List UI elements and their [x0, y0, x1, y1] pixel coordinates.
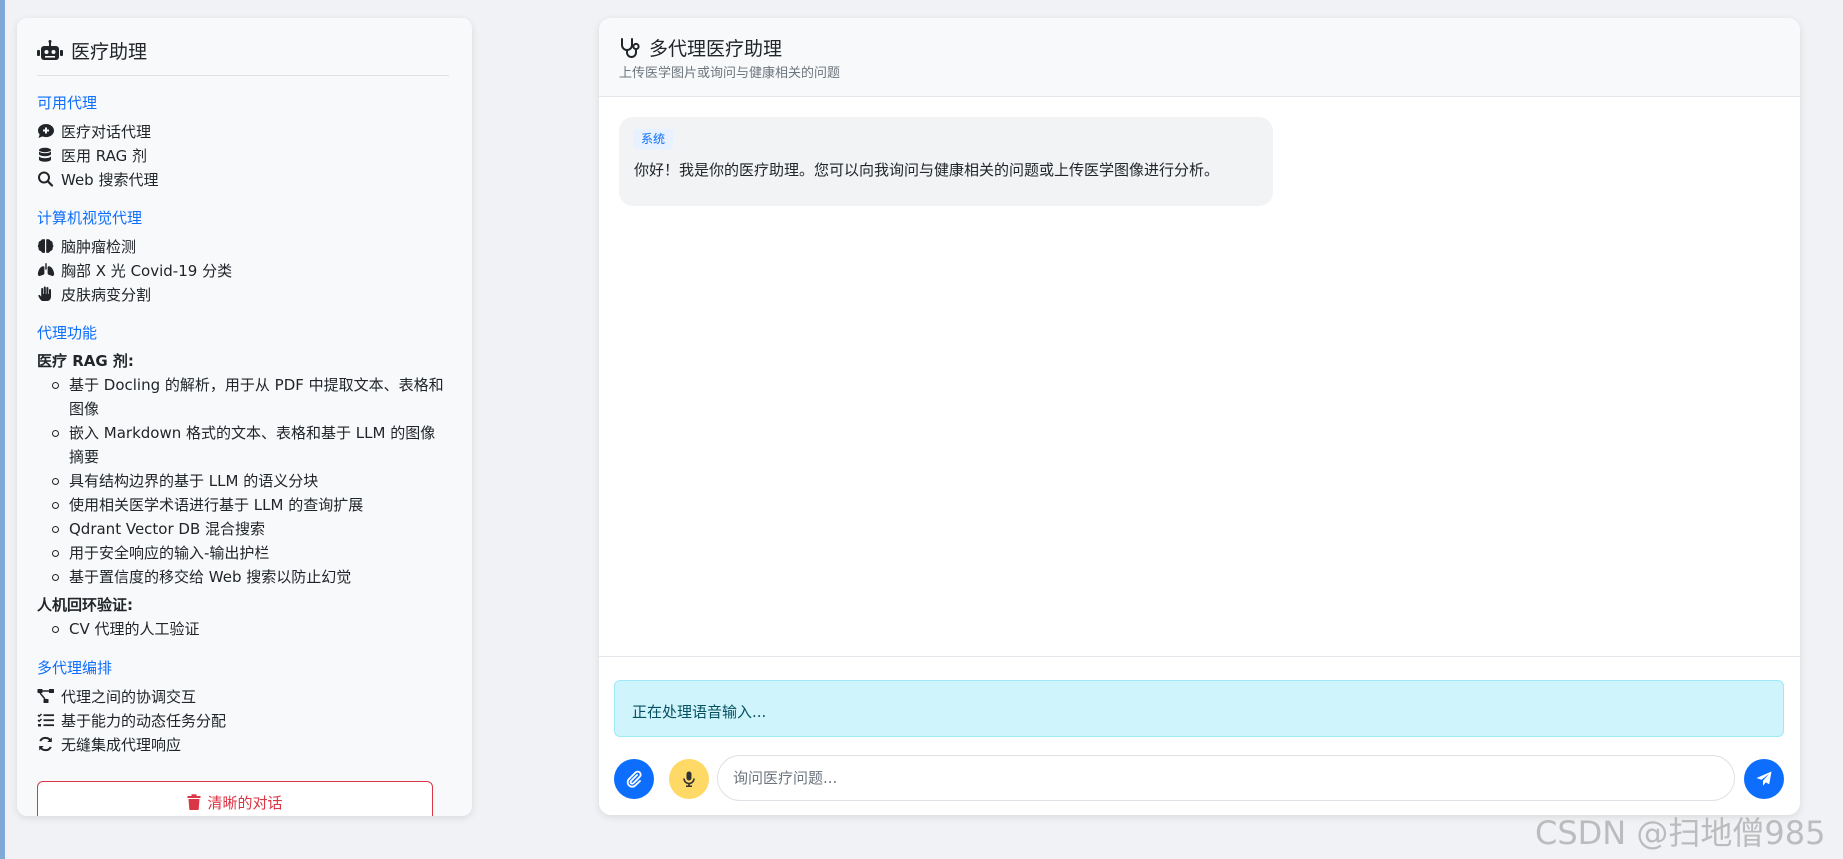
agent-features-heading: 代理功能 [37, 324, 98, 342]
send-button[interactable] [1744, 759, 1784, 799]
orchestration-heading: 多代理编排 [37, 659, 113, 677]
list-item: 具有结构边界的基于 LLM 的语义分块 [52, 469, 449, 493]
cv-agents-heading: 计算机视觉代理 [37, 209, 143, 227]
microphone-button[interactable] [669, 759, 709, 799]
chat-subtitle: 上传医学图片或询问与健康相关的问题 [619, 66, 841, 81]
agent-label: 医用 RAG 剂 [61, 146, 147, 165]
chat-input[interactable] [717, 755, 1735, 801]
lungs-icon [37, 263, 55, 276]
tasks-icon [37, 713, 54, 727]
project-diagram-icon [37, 689, 54, 703]
agent-label: 胸部 X 光 Covid-19 分类 [61, 261, 233, 280]
sidebar-header: 医疗助理 [37, 36, 449, 76]
hand-icon [38, 286, 51, 301]
agent-item-medical-chat: 医疗对话代理 [37, 119, 449, 143]
agent-item-chest-xray: 胸部 X 光 Covid-19 分类 [37, 258, 449, 282]
rag-features-title: 医疗 RAG 剂: [37, 352, 134, 370]
microphone-icon [683, 771, 695, 787]
orchestration-label: 无缝集成代理响应 [61, 735, 182, 754]
agent-item-brain-tumor: 脑肿瘤检测 [37, 234, 449, 258]
clear-conversation-button[interactable]: 清晰的对话 [37, 781, 433, 816]
chat-title-row: 多代理医疗助理 [619, 34, 782, 61]
search-icon [38, 171, 54, 187]
comment-medical-icon [38, 124, 54, 138]
robot-icon [37, 39, 63, 60]
database-icon [39, 147, 51, 162]
agent-label: 医疗对话代理 [61, 122, 152, 141]
list-item: 使用相关医学术语进行基于 LLM 的查询扩展 [52, 493, 449, 517]
sidebar-content: 医疗助理 可用代理 医疗对话代理 医用 RAG 剂 Web 搜索代理 计算机视觉… [37, 36, 449, 756]
sidebar: 医疗助理 可用代理 医疗对话代理 医用 RAG 剂 Web 搜索代理 计算机视觉… [17, 18, 472, 816]
agent-label: 皮肤病变分割 [61, 285, 152, 304]
agent-item-medical-rag: 医用 RAG 剂 [37, 143, 449, 167]
agent-label: Web 搜索代理 [61, 170, 159, 189]
footer-divider [599, 656, 1800, 657]
paperclip-icon [626, 770, 642, 788]
attach-button[interactable] [614, 759, 654, 799]
message-text: 你好！我是你的医疗助理。您可以向我询问与健康相关的问题或上传医学图像进行分析。 [634, 161, 1220, 179]
agent-label: 脑肿瘤检测 [61, 237, 137, 256]
stethoscope-icon [621, 37, 640, 58]
chat-title: 多代理医疗助理 [649, 38, 783, 60]
brain-icon [37, 239, 54, 253]
hitl-list: CV 代理的人工验证 [37, 617, 449, 641]
orchestration-label: 代理之间的协调交互 [61, 687, 197, 706]
trash-icon [187, 794, 201, 810]
orchestration-item: 代理之间的协调交互 [37, 684, 449, 708]
watermark: CSDN @扫地僧985 [1535, 814, 1826, 852]
agent-item-skin-lesion: 皮肤病变分割 [37, 282, 449, 306]
paper-plane-icon [1756, 771, 1772, 786]
list-item: 基于 Docling 的解析，用于从 PDF 中提取文本、表格和图像 [52, 373, 449, 421]
clear-conversation-label: 清晰的对话 [207, 794, 283, 812]
list-item: CV 代理的人工验证 [52, 617, 449, 641]
chat-header: 多代理医疗助理 上传医学图片或询问与健康相关的问题 [599, 18, 1800, 97]
list-item: 嵌入 Markdown 格式的文本、表格和基于 LLM 的图像摘要 [52, 421, 449, 469]
window-edge [0, 0, 5, 859]
available-agents-heading: 可用代理 [37, 94, 98, 112]
hitl-title: 人机回环验证: [37, 596, 133, 614]
message-role-badge: 系统 [633, 129, 674, 149]
voice-processing-status: 正在处理语音输入... [614, 680, 1784, 737]
list-item: 用于安全响应的输入-输出护栏 [52, 541, 449, 565]
sidebar-title: 医疗助理 [71, 41, 148, 63]
orchestration-item: 基于能力的动态任务分配 [37, 708, 449, 732]
list-item: Qdrant Vector DB 混合搜索 [52, 517, 449, 541]
list-item: 基于置信度的移交给 Web 搜索以防止幻觉 [52, 565, 449, 589]
chat-panel: 多代理医疗助理 上传医学图片或询问与健康相关的问题 系统 你好！我是你的医疗助理… [599, 18, 1800, 815]
rag-features-list: 基于 Docling 的解析，用于从 PDF 中提取文本、表格和图像 嵌入 Ma… [37, 373, 449, 589]
orchestration-label: 基于能力的动态任务分配 [61, 711, 227, 730]
system-message: 系统 你好！我是你的医疗助理。您可以向我询问与健康相关的问题或上传医学图像进行分… [619, 117, 1273, 206]
sync-icon [39, 736, 52, 752]
orchestration-item: 无缝集成代理响应 [37, 732, 449, 756]
agent-item-web-search: Web 搜索代理 [37, 167, 449, 191]
